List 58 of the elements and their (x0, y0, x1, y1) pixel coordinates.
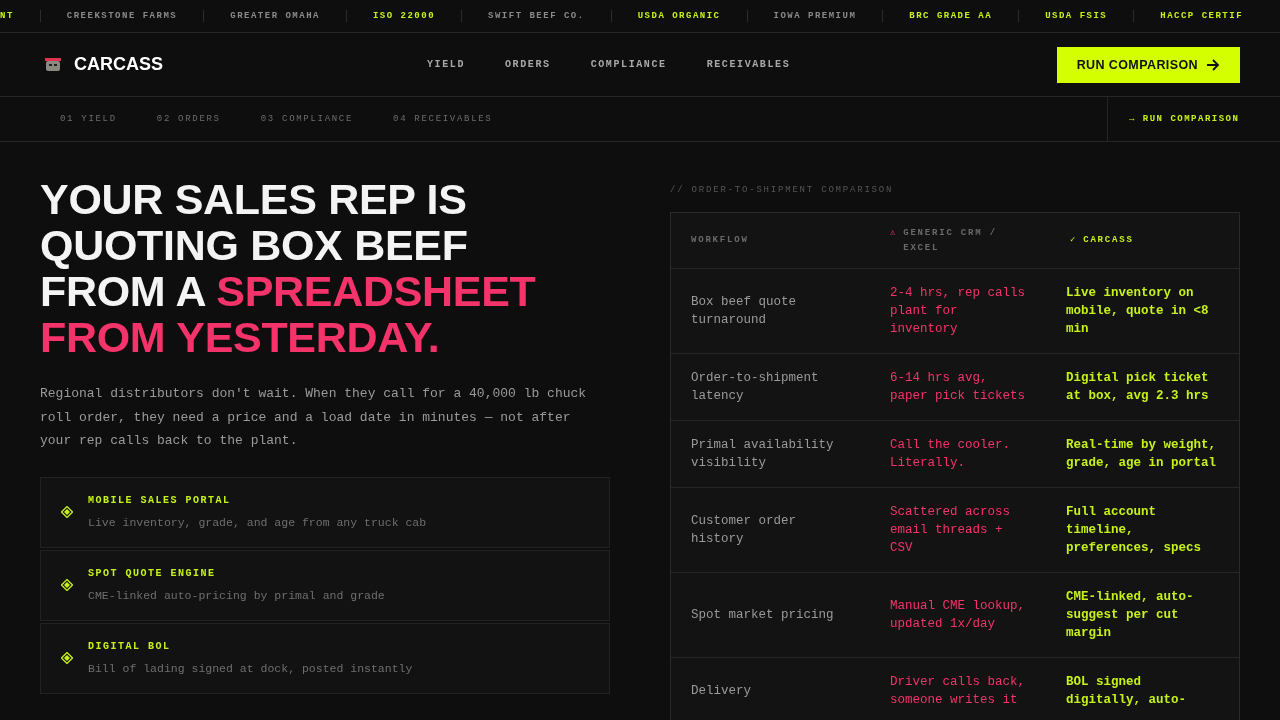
section-link[interactable]: 03 COMPLIANCE (260, 114, 354, 124)
table-cell-text: CME-linked, auto-suggest per cut margin (1065, 589, 1195, 642)
table-cell-text: Order-to-shipment latency (690, 370, 820, 405)
nav-link[interactable]: ORDERS (505, 59, 551, 70)
table-cell-text: Customer order history (690, 513, 798, 548)
feature-title: SPOT QUOTE ENGINE (88, 568, 217, 579)
check-icon: ✓ (1070, 233, 1078, 248)
table-cell-text: Real-time by weight, grade, age in portal (1065, 437, 1218, 472)
feature-description: Live inventory, grade, and age from any truck cab (88, 516, 427, 529)
column-header: WORKFLOW (690, 234, 750, 247)
table-cell-text: Box beef quote turnaround (690, 294, 798, 329)
table-cell-text: BOL signed digitally, auto- (1065, 674, 1188, 709)
section-link[interactable]: 04 RECEIVABLES (393, 114, 493, 124)
intro-paragraph: Regional distributors don't wait. When they call for a 40,000 lb chuck roll order, they need a price and a load date in minutes — not after your rep calls back to the plant. (40, 385, 588, 450)
table-cell-text: Live inventory on mobile, quote in <8 min (1065, 285, 1210, 338)
table-cell-text: Scattered across email threads + CSV (889, 504, 1012, 557)
arrow-icon (1206, 58, 1220, 71)
ticker-item: GREATER OMAHA (203, 10, 346, 22)
logo-icon (44, 56, 62, 73)
table-cell-text: Manual CME lookup, updated 1x/day (889, 598, 1027, 633)
diamond-icon (61, 652, 73, 664)
run-comparison-button[interactable]: RUN COMPARISON (1056, 46, 1240, 83)
headline: YOUR SALES REP IS QUOTING BOX BEEF FROM A SPREADSHEET FROM YESTERDAY. (40, 176, 537, 360)
feature-description: CME-linked auto-pricing by primal and grade (88, 589, 385, 602)
diamond-icon (61, 579, 73, 591)
feature-title: MOBILE SALES PORTAL (88, 495, 232, 506)
table-cell-text: Spot market pricing (690, 607, 835, 624)
table-cell-text: Delivery (690, 683, 752, 700)
section-link[interactable]: 01 YIELD (60, 114, 117, 124)
table-cell-text: 2-4 hrs, rep calls plant for inventory (889, 285, 1027, 338)
section-label: // ORDER-TO-SHIPMENT COMPARISON (670, 185, 895, 195)
ticker-item: USDA ORGANIC (610, 10, 747, 22)
nav-link[interactable]: RECEIVABLES (706, 59, 791, 70)
column-header-label: CARCASS (1083, 234, 1134, 247)
diamond-icon (61, 506, 73, 518)
feature-title: DIGITAL BOL (88, 641, 172, 652)
ticker-item: USDA FSIS (1018, 10, 1134, 22)
ticker-item: SWIFT BEEF CO. (461, 10, 611, 22)
table-cell-text: Call the cooler. Literally. (889, 437, 1012, 472)
ticker-item: NT (0, 10, 15, 22)
table-cell-text: 6-14 hrs avg, paper pick tickets (889, 370, 1027, 405)
feature-description: Bill of lading signed at dock, posted instantly (88, 662, 413, 675)
ticker-item: HACCP CERTIF (1133, 10, 1270, 22)
ticker-item: IOWA PREMIUM (746, 10, 883, 22)
ticker-item: BRC GRADE AA (882, 10, 1019, 22)
nav-link[interactable]: COMPLIANCE (590, 59, 667, 70)
table-cell-text: Driver calls back, someone writes it (889, 674, 1027, 709)
section-link[interactable]: 02 ORDERS (156, 114, 221, 124)
nav-link[interactable]: YIELD (427, 59, 465, 70)
table-cell-text: Digital pick ticket at box, avg 2.3 hrs (1065, 370, 1210, 405)
run-comparison-link[interactable]: → RUN COMPARISON (1129, 114, 1240, 124)
table-cell-text: Primal availability visibility (690, 437, 835, 472)
column-header-label: GENERIC CRM / EXCEL (903, 226, 998, 255)
table-cell-text: Full account timeline, preferences, specs (1065, 504, 1203, 557)
brand-name[interactable]: CARCASS (74, 54, 163, 75)
warning-icon: ⚠ (890, 225, 898, 241)
ticker-item: CREEKSTONE FARMS (39, 10, 204, 22)
ticker-item: ISO 22000 (345, 10, 462, 22)
